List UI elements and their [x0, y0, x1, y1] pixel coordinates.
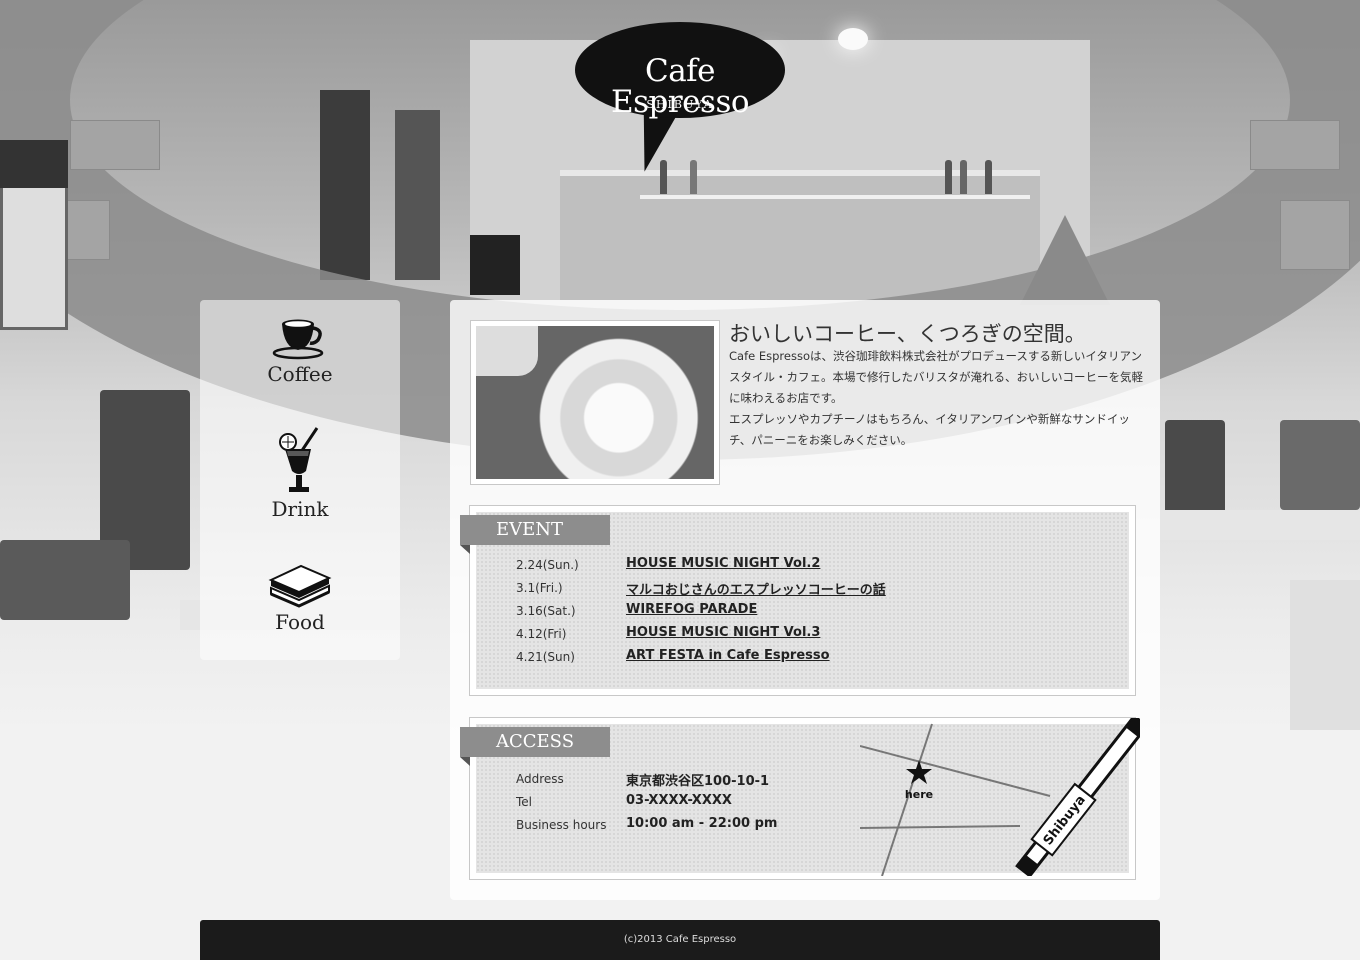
sandwich-icon: [268, 564, 332, 608]
tel-label: Tel: [516, 795, 533, 809]
category-nav: Coffee Drink Food: [200, 300, 400, 660]
copyright-text: (c)2013 Cafe Espresso: [623, 934, 737, 945]
event-link[interactable]: WIREFOG PARADE: [626, 602, 757, 617]
logo-subtitle: SHIBUYA: [646, 98, 714, 111]
event-date: 4.21(Sun): [516, 650, 575, 664]
address-label: Address: [516, 772, 564, 786]
nav-label-drink: Drink: [271, 497, 329, 521]
coffee-cup-icon: [272, 319, 324, 360]
nav-item-food[interactable]: Food: [200, 562, 400, 634]
event-link[interactable]: ART FESTA in Cafe Espresso: [626, 648, 830, 663]
coffee-photo-frame: [470, 320, 720, 485]
nav-label-coffee: Coffee: [267, 362, 333, 386]
tel-value: 03-XXXX-XXXX: [626, 793, 732, 808]
juice-glass-icon: [279, 427, 319, 492]
intro-paragraph: Cafe Espressoは、渋谷珈琲飲料株式会社がプロデュースする新しいイタリ…: [729, 349, 1143, 447]
event-link[interactable]: HOUSE MUSIC NIGHT Vol.3: [626, 625, 820, 640]
nav-item-drink[interactable]: Drink: [200, 425, 400, 521]
event-heading: EVENT: [460, 515, 610, 545]
map-marker-label: here: [905, 788, 933, 801]
hours-value: 10:00 am - 22:00 pm: [626, 816, 778, 831]
access-section: ACCESS Address 東京都渋谷区100-10-1 Tel 03-XXX…: [460, 717, 1140, 880]
access-heading: ACCESS: [460, 727, 610, 757]
address-value: 東京都渋谷区100-10-1: [626, 774, 770, 789]
site-logo[interactable]: Cafe Espresso SHIBUYA: [575, 22, 785, 118]
hours-label: Business hours: [516, 818, 607, 832]
nav-label-food: Food: [275, 610, 325, 634]
event-date: 3.16(Sat.): [516, 604, 576, 618]
coffee-cup-photo: [476, 326, 714, 479]
event-date: 4.12(Fri): [516, 627, 567, 641]
event-date: 3.1(Fri.): [516, 581, 563, 595]
event-date: 2.24(Sun.): [516, 558, 579, 572]
event-section: EVENT 2.24(Sun.) HOUSE MUSIC NIGHT Vol.2…: [460, 505, 1136, 696]
nav-item-coffee[interactable]: Coffee: [200, 318, 400, 386]
intro-heading: おいしいコーヒー、くつろぎの空間。: [729, 322, 1086, 346]
footer: (c)2013 Cafe Espresso: [200, 920, 1160, 960]
event-link[interactable]: マルコおじさんのエスプレッソコーヒーの話: [626, 579, 886, 598]
event-link[interactable]: HOUSE MUSIC NIGHT Vol.2: [626, 556, 820, 571]
main-content-panel: おいしいコーヒー、くつろぎの空間。 Cafe Espressoは、渋谷珈琲飲料株…: [450, 300, 1160, 900]
access-map[interactable]: Shibuya here: [860, 718, 1140, 876]
